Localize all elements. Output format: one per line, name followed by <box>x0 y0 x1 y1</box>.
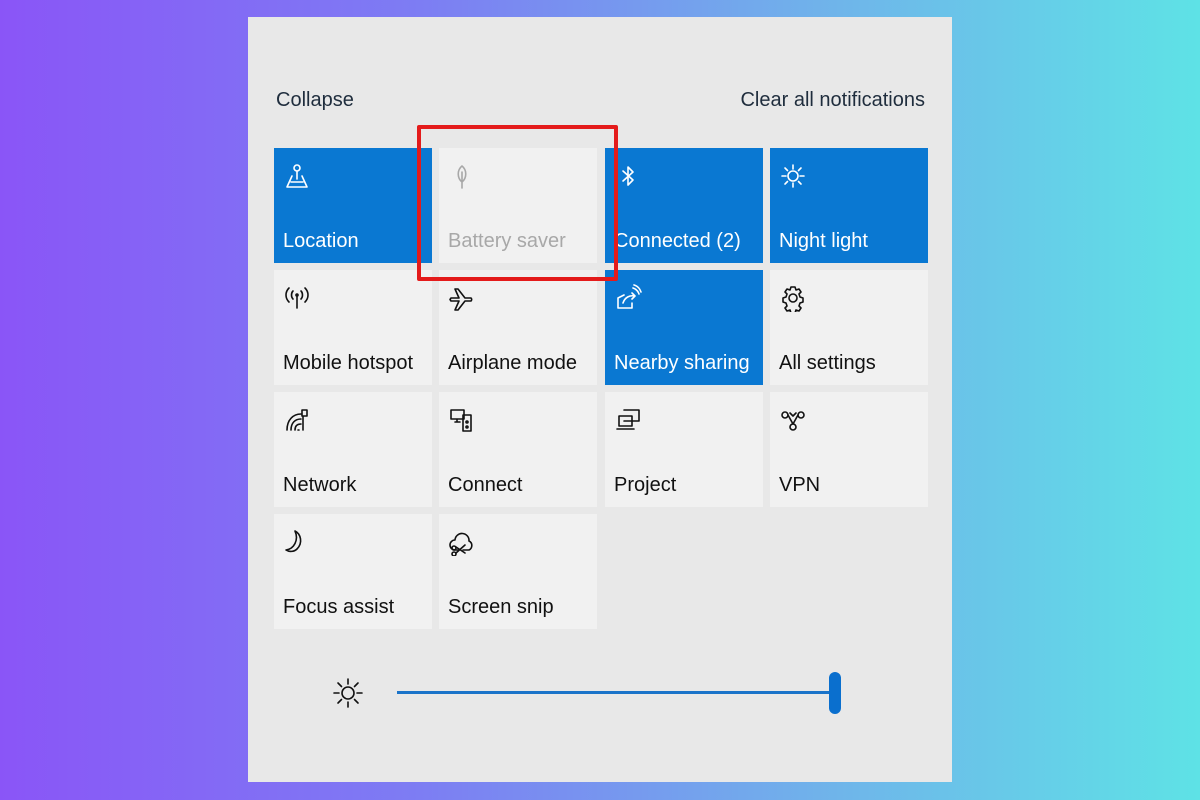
tile-label: Connect <box>448 474 523 496</box>
clear-all-notifications-link[interactable]: Clear all notifications <box>740 89 925 112</box>
tile-connect[interactable]: Connect <box>439 392 597 507</box>
tile-connected-2[interactable]: Connected (2) <box>605 148 763 263</box>
tile-label: Night light <box>779 230 868 252</box>
tile-label: VPN <box>779 474 821 496</box>
location-icon <box>283 162 311 190</box>
brightness-slider-thumb[interactable] <box>829 672 841 714</box>
tile-label: All settings <box>779 352 876 374</box>
airplane-icon <box>448 284 476 312</box>
nearby-sharing-icon <box>614 284 642 312</box>
leaf-icon <box>448 162 476 190</box>
tile-screen-snip[interactable]: Screen snip <box>439 514 597 629</box>
tile-nearby-sharing[interactable]: Nearby sharing <box>605 270 763 385</box>
tile-all-settings[interactable]: All settings <box>770 270 928 385</box>
connect-icon <box>448 406 476 434</box>
tile-label: Screen snip <box>448 596 554 618</box>
night-light-icon <box>779 162 807 190</box>
tile-label: Battery saver <box>448 230 566 252</box>
tile-label: Mobile hotspot <box>283 352 414 374</box>
brightness-slider-track[interactable] <box>397 691 835 694</box>
moon-icon <box>283 528 311 556</box>
network-icon <box>283 406 311 434</box>
tile-vpn[interactable]: VPN <box>770 392 928 507</box>
tile-focus-assist[interactable]: Focus assist <box>274 514 432 629</box>
tile-airplane-mode[interactable]: Airplane mode <box>439 270 597 385</box>
sun-icon <box>332 677 364 709</box>
tile-label: Project <box>614 474 677 496</box>
bluetooth-icon <box>614 162 642 190</box>
tile-battery-saver[interactable]: Battery saver <box>439 148 597 263</box>
tile-network[interactable]: Network <box>274 392 432 507</box>
screen-snip-icon <box>448 528 476 557</box>
tile-label: Nearby sharing <box>614 352 750 374</box>
tile-mobile-hotspot[interactable]: Mobile hotspot <box>274 270 432 385</box>
tile-project[interactable]: Project <box>605 392 763 507</box>
tile-label: Focus assist <box>283 596 395 618</box>
tile-location[interactable]: Location <box>274 148 432 263</box>
gear-icon <box>779 284 807 314</box>
tile-label: Airplane mode <box>448 352 577 374</box>
collapse-link[interactable]: Collapse <box>276 89 354 112</box>
tile-label: Network <box>283 474 357 496</box>
tile-label: Connected (2) <box>614 230 741 252</box>
vpn-icon <box>779 406 807 434</box>
project-icon <box>614 406 642 434</box>
tile-label: Location <box>283 230 359 252</box>
tile-night-light[interactable]: Night light <box>770 148 928 263</box>
hotspot-icon <box>283 284 311 312</box>
